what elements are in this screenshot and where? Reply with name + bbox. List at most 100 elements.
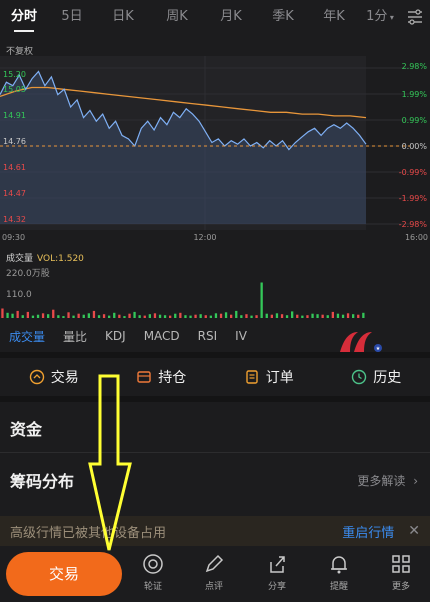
warrant-button[interactable]: 轮证 [133,550,173,592]
volume-bar [199,314,202,318]
volume-bar [311,313,314,318]
close-icon[interactable]: ✕ [408,523,420,539]
chip-more-link[interactable]: 更多解读 › [357,472,418,489]
volume-bar [118,314,121,318]
chip-distribution-title[interactable]: 筹码分布 [10,468,74,492]
price-tick-label: 15.20 [3,70,26,79]
percent-tick-label: -1.99% [399,194,428,203]
action-row: 交易 持仓 订单 历史 [0,360,430,394]
volume-bar [62,316,65,318]
volume-bar [128,313,131,318]
company-logo-icon: ★ [340,332,382,352]
volume-bar [148,314,151,318]
history-action[interactable]: 历史 [351,367,401,387]
position-action[interactable]: 持仓 [136,367,186,387]
warrant-icon [143,554,163,574]
volume-bar [138,315,141,318]
annotation-arrow [88,374,132,551]
volume-bar [47,314,50,318]
order-icon [246,370,258,384]
volume-bar [16,310,19,318]
volume-bar [133,311,136,318]
tab-daily-k[interactable]: 日K [96,0,150,34]
funds-section-title[interactable]: 资金 [10,416,42,440]
volume-bar [158,314,162,318]
indicator-tab-rsi[interactable]: RSI [198,329,218,343]
more-button[interactable]: 更多 [381,550,421,592]
trade-action[interactable]: 交易 [29,367,79,387]
volume-bar [301,315,304,318]
share-button[interactable]: 分享 [257,550,297,592]
volume-bar [341,314,345,318]
percent-tick-label: 1.99% [402,90,428,99]
volume-chart[interactable] [0,262,410,320]
chevron-right-icon: › [413,474,418,488]
indicator-tab-kdj[interactable]: KDJ [105,329,126,343]
volume-bar [31,315,35,318]
volume-bar [362,312,365,318]
chart-settings-icon[interactable] [406,8,424,26]
volume-bar [296,314,299,318]
volume-bar [336,313,340,318]
volume-bar [41,313,45,318]
time-tick-label: 16:00 [405,233,428,242]
indicator-tab-volume[interactable]: 成交量 [9,328,45,345]
indicator-tab-iv[interactable]: IV [235,329,247,343]
volume-bar [260,282,263,318]
volume-max-tick: 220.0万股 [6,269,50,279]
active-tab-indicator [14,30,34,32]
tab-quarterly-k[interactable]: 季K [258,0,308,34]
tab-monthly-k[interactable]: 月K [204,0,258,34]
tab-1min-label: 1分 [366,9,388,24]
alert-button[interactable]: 提醒 [319,550,359,592]
tab-5day[interactable]: 5日 [48,0,96,34]
tab-intraday[interactable]: 分时 [0,0,48,34]
indicator-tab-macd[interactable]: MACD [144,329,180,343]
volume-bar [21,315,24,318]
intraday-price-chart[interactable]: 15.20 15.05 14.91 14.76 14.61 14.47 14.32 2.98… [0,56,430,246]
volume-bar [102,314,106,318]
volume-bar [6,312,9,318]
volume-bar [245,314,248,318]
percent-tick-label: -2.98% [399,220,428,229]
trade-action-label: 交易 [50,370,79,386]
order-action[interactable]: 订单 [244,367,294,387]
history-icon [352,369,367,385]
trade-button[interactable]: 交易 [6,552,122,596]
percent-tick-label: 0.99% [402,116,428,125]
section-divider [0,352,430,358]
volume-bar [321,314,324,318]
volume-bar [240,315,243,318]
tab-weekly-k[interactable]: 周K [150,0,204,34]
tab-yearly-k[interactable]: 年K [308,0,360,34]
price-tick-label: 14.47 [3,189,26,198]
volume-bar [346,313,350,318]
comment-label: 点评 [204,582,223,592]
volume-bar [352,314,355,318]
volume-bar [357,314,360,318]
comment-button[interactable]: 点评 [194,550,234,592]
volume-bar [113,312,116,318]
volume-bar [1,308,4,318]
restart-quotes-link[interactable]: 重启行情 [342,522,394,541]
volume-bar [270,314,273,318]
volume-bar [36,314,40,318]
volume-bar [204,315,207,318]
period-tabs: 分时 5日 日K 周K 月K 季K 年K 1分 ▾ [0,0,430,34]
volume-bar [209,315,212,318]
pen-icon [205,554,224,573]
chevron-down-icon: ▾ [387,13,394,22]
volume-bar [230,314,233,318]
trade-icon [29,369,44,385]
row-divider [0,452,430,453]
warrant-label: 轮证 [143,582,162,592]
volume-bar [189,315,192,318]
position-icon [137,371,151,383]
volume-bar [250,315,253,318]
time-tick-label: 09:30 [2,233,25,242]
more-label: 更多 [391,582,410,592]
indicator-tab-volume-ratio[interactable]: 量比 [63,328,87,345]
bell-icon [331,556,347,574]
tab-1min[interactable]: 1分 ▾ [360,0,400,34]
volume-bar [326,315,329,318]
